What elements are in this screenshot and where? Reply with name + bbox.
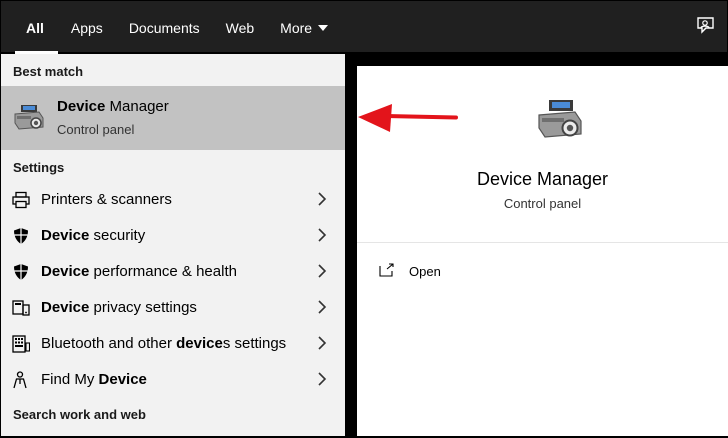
settings-item-label: Bluetooth and other devices settings	[41, 335, 286, 352]
tab-more-label: More	[280, 19, 313, 36]
tab-web-label: Web	[225, 19, 255, 36]
red-arrow-annotation	[358, 104, 458, 132]
keyboard-icon	[12, 335, 30, 353]
tab-more[interactable]: More	[267, 1, 341, 54]
best-match-subtitle: Control panel	[57, 122, 135, 137]
printer-icon	[12, 191, 30, 209]
settings-item-label: Printers & scanners	[41, 191, 172, 208]
settings-item-label: Device privacy settings	[41, 299, 197, 316]
caret-down-icon	[318, 24, 329, 31]
tab-web[interactable]: Web	[213, 1, 268, 54]
settings-item-printers-scanners[interactable]: Printers & scanners	[1, 182, 345, 218]
results-pane: Best match Device Manager Control panel …	[1, 54, 345, 436]
label-post: s settings	[222, 335, 287, 352]
label-pre: Find My	[41, 371, 99, 388]
chevron-right-icon	[318, 372, 327, 386]
person-location-icon	[13, 371, 27, 389]
best-match-title-bold: Device	[57, 98, 106, 115]
preview-subtitle: Control panel	[503, 196, 582, 211]
tab-documents[interactable]: Documents	[116, 1, 213, 54]
chevron-right-icon	[318, 192, 327, 206]
settings-item-label: Device security	[41, 227, 145, 244]
preview-divider	[357, 242, 728, 243]
preview-title: Device Manager	[476, 169, 609, 189]
tab-apps-label: Apps	[70, 19, 103, 36]
chevron-right-icon	[318, 300, 327, 314]
label-post: privacy settings	[89, 299, 197, 316]
label-bold: Device	[98, 371, 147, 388]
search-web-heading: Search work and web	[13, 407, 146, 422]
open-icon	[379, 263, 394, 277]
label-bold: Device	[41, 263, 90, 280]
start-menu-search: All Apps Documents Web More Best match D…	[0, 0, 728, 438]
filter-tabs: All Apps Documents Web More	[1, 1, 341, 54]
label-bold: device	[176, 335, 223, 352]
label-post: performance & health	[89, 263, 237, 280]
open-label: Open	[409, 264, 441, 279]
settings-item-device-security[interactable]: Device security	[1, 218, 345, 254]
feedback-icon[interactable]	[695, 15, 717, 37]
chevron-right-icon	[318, 264, 327, 278]
device-manager-icon	[538, 100, 582, 138]
label-post: Printers & scanners	[41, 191, 172, 208]
shield-icon	[14, 264, 28, 280]
search-filter-bar: All Apps Documents Web More	[0, 0, 728, 54]
settings-item-find-my-device[interactable]: Find My Device	[1, 362, 345, 398]
shield-icon	[14, 228, 28, 244]
tab-all[interactable]: All	[1, 1, 58, 54]
settings-item-device-performance[interactable]: Device performance & health	[1, 254, 345, 290]
device-manager-icon	[14, 105, 44, 130]
settings-item-bluetooth[interactable]: Bluetooth and other devices settings	[1, 326, 345, 362]
best-match-title-rest: Manager	[105, 98, 169, 115]
chevron-right-icon	[318, 228, 327, 242]
tab-all-label: All	[26, 19, 44, 36]
best-match-heading: Best match	[13, 64, 84, 79]
best-match-device-manager[interactable]: Device Manager Control panel	[1, 86, 345, 150]
label-pre: Bluetooth and other	[41, 335, 177, 352]
settings-item-device-privacy[interactable]: Device privacy settings	[1, 290, 345, 326]
label-bold: Device	[41, 227, 90, 244]
chevron-right-icon	[318, 336, 327, 350]
settings-item-label: Find My Device	[41, 371, 147, 388]
settings-item-label: Device performance & health	[41, 263, 237, 280]
label-bold: Device	[41, 299, 90, 316]
settings-heading: Settings	[13, 160, 65, 175]
tab-documents-label: Documents	[128, 19, 200, 36]
devices-icon	[12, 300, 30, 316]
tab-apps[interactable]: Apps	[58, 1, 116, 54]
best-match-title: Device Manager	[57, 98, 169, 115]
label-post: security	[89, 227, 146, 244]
